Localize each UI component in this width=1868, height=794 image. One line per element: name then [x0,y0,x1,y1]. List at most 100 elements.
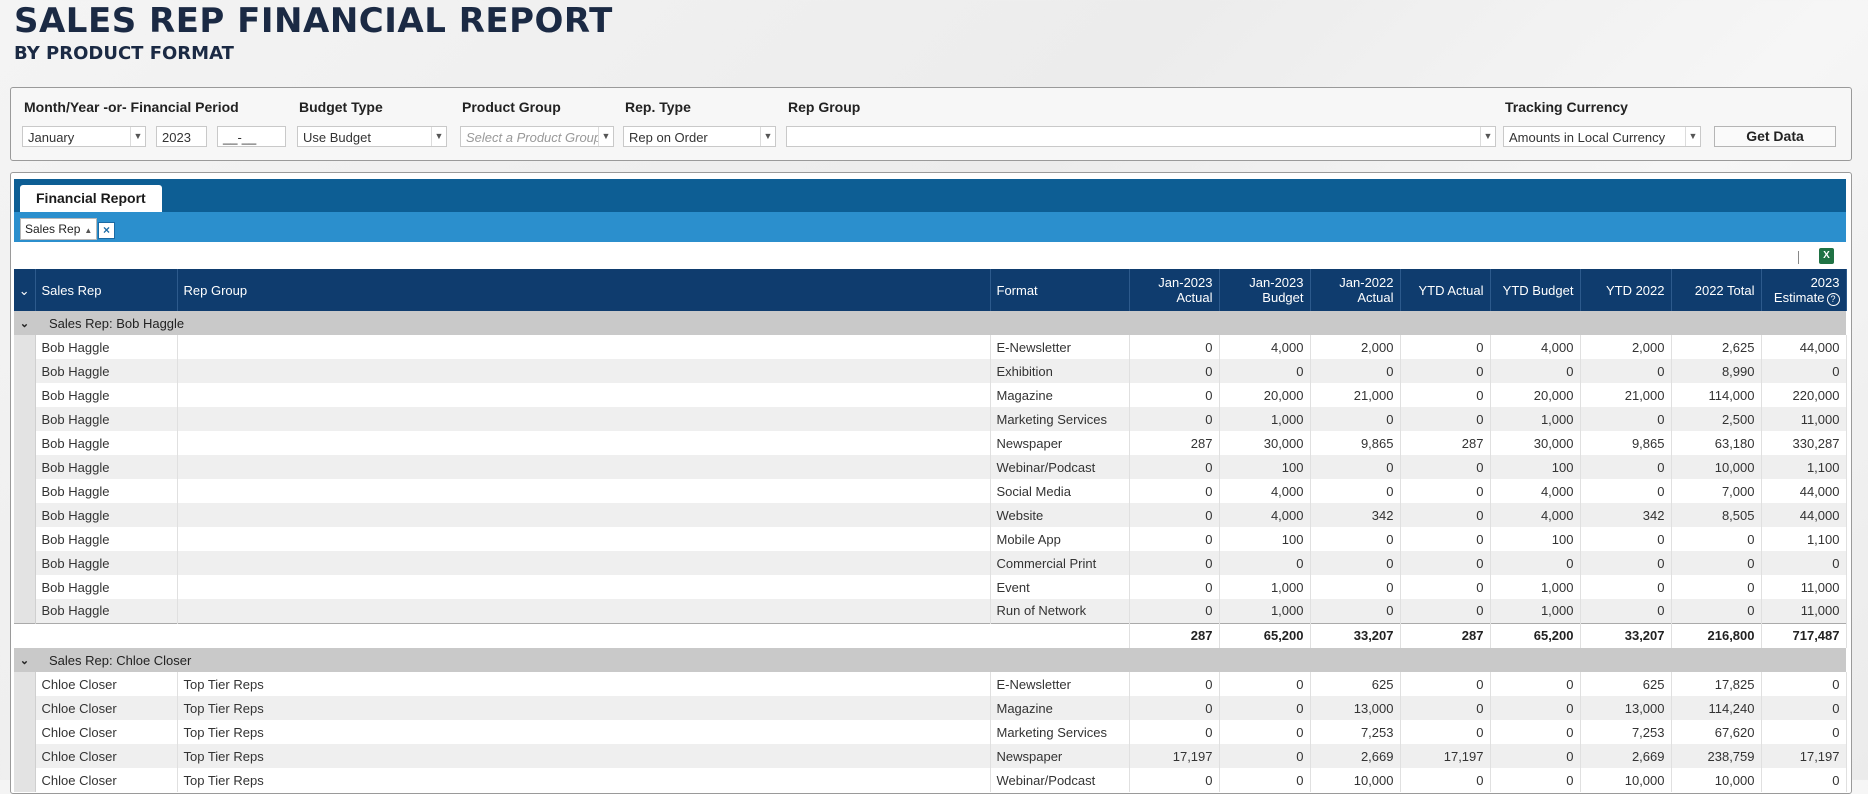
collapse-all-icon[interactable]: ⌄ [14,269,36,311]
chevron-down-icon[interactable]: ⌄ [14,311,35,335]
help-icon[interactable]: ? [1826,292,1840,306]
column-header-2022-total[interactable]: 2022 Total [1671,269,1762,311]
cell-ytd-2022: 13,000 [1580,696,1672,720]
chevron-down-icon[interactable]: ▼ [1480,127,1495,146]
cell-format: Website [990,503,1130,527]
header-line: Jan-2023 [1249,275,1304,290]
cell-rep-group [177,479,991,503]
year-input[interactable]: 2023 [156,126,207,147]
sort-asc-icon[interactable]: ▲ [84,226,92,235]
table-row[interactable]: Chloe Closer Top Tier Reps Webinar/Podcast… [14,768,1847,792]
cell-2022-total: 0 [1671,551,1762,575]
report-panel: Financial Report Sales Rep ▲ × X ⌄ Sales … [10,172,1852,794]
tracking-currency-select[interactable]: Amounts in Local Currency ▼ [1503,126,1701,147]
cell-jan2022-actual: 0 [1310,527,1401,551]
rep-group-select[interactable]: ▼ [786,126,1496,147]
cell-2023-estimate: 11,000 [1761,599,1847,623]
table-row[interactable]: Bob Haggle Newspaper 287 30,000 9,865 287 30,0… [14,431,1847,455]
table-row[interactable]: Bob Haggle Social Media 0 4,000 0 0 4,000 0 7,00… [14,479,1847,503]
table-row[interactable]: Bob Haggle Website 0 4,000 342 0 4,000 342 8,505… [14,503,1847,527]
table-row[interactable]: Bob Haggle Marketing Services 0 1,000 0 0 1,00… [14,407,1847,431]
cell-2023-estimate: 44,000 [1761,335,1847,359]
cell-jan2022-actual: 0 [1310,455,1401,479]
chevron-down-icon[interactable]: ▼ [760,127,775,146]
tab-financial-report[interactable]: Financial Report [20,185,162,212]
cell-jan2023-budget: 4,000 [1219,335,1311,359]
table-row[interactable]: Chloe Closer Top Tier Reps Marketing Servi… [14,720,1847,744]
cell-ytd-actual: 0 [1400,383,1491,407]
table-row[interactable]: Chloe Closer Top Tier Reps E-Newsletter 0 0 6… [14,672,1847,696]
cell-rep-group [177,575,991,599]
cell-ytd-budget: 100 [1490,527,1581,551]
cell-ytd-budget: 100 [1490,455,1581,479]
group-row[interactable]: ⌄ Sales Rep: Chloe Closer [14,648,1846,672]
cell-jan2023-actual: 0 [1129,335,1220,359]
row-gutter [14,407,36,431]
chevron-down-icon[interactable]: ▼ [431,127,446,146]
cell-jan2023-budget: 4,000 [1219,479,1311,503]
header-line: Jan-2022 [1339,275,1394,290]
column-header-sales-rep[interactable]: Sales Rep [35,269,178,311]
column-header-rep-group[interactable]: Rep Group [177,269,991,311]
grouping-chip-label: Sales Rep [25,222,81,236]
column-header-jan2023-budget[interactable]: Jan-2023 Budget [1219,269,1311,311]
cell-2022-total: 238,759 [1671,744,1762,768]
table-row[interactable]: Bob Haggle Run of Network 0 1,000 0 0 1,000 0 0 1… [14,599,1847,623]
table-row[interactable]: Bob Haggle Commercial Print 0 0 0 0 0 0 0 0 [14,551,1847,575]
column-header-format[interactable]: Format [990,269,1130,311]
month-select[interactable]: January ▼ [22,126,146,147]
budget-type-select[interactable]: Use Budget ▼ [297,126,447,147]
close-icon[interactable]: × [98,222,115,239]
financial-period-input[interactable]: __-__ [217,126,286,147]
table-row[interactable]: Bob Haggle Mobile App 0 100 0 0 100 0 0 1,100 [14,527,1847,551]
chevron-down-icon[interactable]: ▼ [130,127,145,146]
cell-rep-group [177,527,991,551]
cell-jan2023-actual: 0 [1129,720,1220,744]
cell-jan2023-actual: 0 [1129,672,1220,696]
table-row[interactable]: Bob Haggle Exhibition 0 0 0 0 0 0 8,990 0 [14,359,1847,383]
grouping-chip-sales-rep[interactable]: Sales Rep ▲ [20,218,98,240]
cell-2022-total: 10,000 [1671,768,1762,792]
cell-ytd-2022: 9,865 [1580,431,1672,455]
cell-ytd-actual: 0 [1400,359,1491,383]
cell-ytd-actual: 17,197 [1400,744,1491,768]
report-header: SALES REP FINANCIAL REPORT BY PRODUCT FO… [14,0,613,66]
table-row[interactable]: Chloe Closer Top Tier Reps Magazine 0 0 13,00… [14,696,1847,720]
table-row[interactable]: Bob Haggle Webinar/Podcast 0 100 0 0 100 0 10,00… [14,455,1847,479]
rep-type-select[interactable]: Rep on Order ▼ [623,126,776,147]
cell-2022-total: 7,000 [1671,479,1762,503]
column-header-ytd-budget[interactable]: YTD Budget [1490,269,1581,311]
chevron-down-icon[interactable]: ⌄ [14,648,35,672]
cell-rep-group [177,599,991,623]
group-row[interactable]: ⌄ Sales Rep: Bob Haggle [14,311,1846,335]
chevron-down-icon[interactable]: ▼ [1685,127,1700,146]
cell-ytd-budget: 0 [1490,744,1581,768]
cell-rep-group: Top Tier Reps [177,672,991,696]
cell-ytd-budget: 0 [1490,359,1581,383]
cell-ytd-2022: 0 [1580,407,1672,431]
table-row[interactable]: Bob Haggle Event 0 1,000 0 0 1,000 0 0 11,000 [14,575,1847,599]
column-header-jan2022-actual[interactable]: Jan-2022 Actual [1310,269,1401,311]
row-gutter [14,383,36,407]
product-group-select[interactable]: Select a Product Group ▼ [460,126,614,147]
get-data-button[interactable]: Get Data [1714,126,1836,147]
cell-2023-estimate: 1,100 [1761,527,1847,551]
cell-ytd-2022: 0 [1580,575,1672,599]
tracking-currency-label: Tracking Currency [1505,99,1628,115]
table-row[interactable]: Bob Haggle Magazine 0 20,000 21,000 0 20,000 21… [14,383,1847,407]
chevron-down-icon[interactable]: ▼ [598,127,613,146]
column-header-ytd-2022[interactable]: YTD 2022 [1580,269,1672,311]
column-header-2023-estimate[interactable]: 2023 Estimate? [1761,269,1847,311]
tracking-currency-value: Amounts in Local Currency [1509,130,1666,145]
excel-icon[interactable]: X [1819,248,1834,264]
table-row[interactable]: Bob Haggle E-Newsletter 0 4,000 2,000 0 4,000 2… [14,335,1847,359]
cell-2023-estimate: 11,000 [1761,575,1847,599]
column-header-jan2023-actual[interactable]: Jan-2023 Actual [1129,269,1220,311]
cell-sales-rep: Bob Haggle [35,455,178,479]
report-tabbar: Financial Report [14,179,1846,212]
cell-jan2022-actual: 2,669 [1310,744,1401,768]
page-subtitle: BY PRODUCT FORMAT [14,43,234,64]
table-row[interactable]: Chloe Closer Top Tier Reps Newspaper 17,197… [14,744,1847,768]
column-header-ytd-actual[interactable]: YTD Actual [1400,269,1491,311]
row-gutter [14,720,36,744]
